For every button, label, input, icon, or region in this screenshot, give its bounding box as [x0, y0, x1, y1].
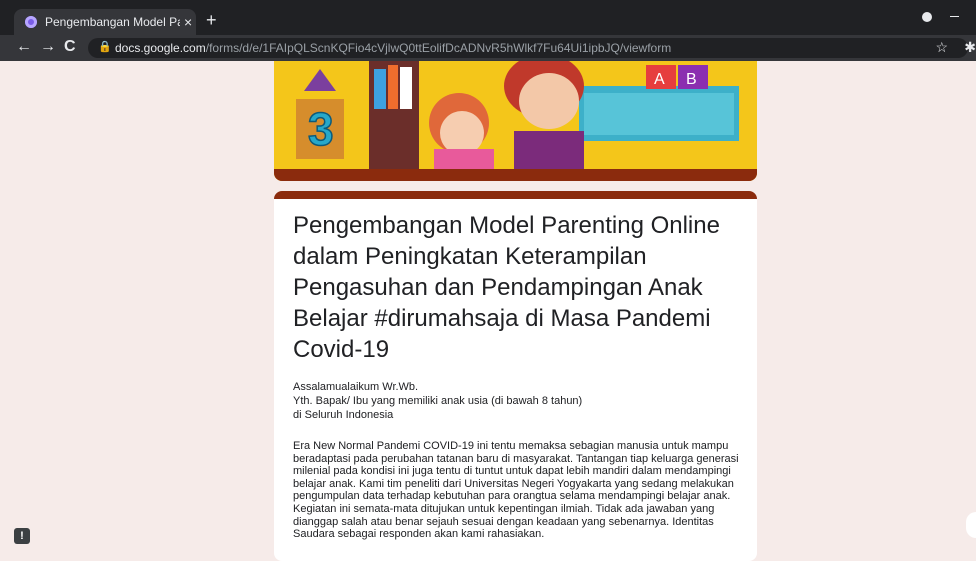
greeting-block: Assalamualaikum Wr.Wb. Yth. Bapak/ Ibu y…	[293, 380, 743, 422]
reload-icon[interactable]: C	[64, 38, 76, 56]
lock-icon: 🔒	[98, 41, 112, 53]
address-bar[interactable]: 🔒 docs.google.com/forms/d/e/1FAIpQLScnKQ…	[88, 38, 976, 58]
form-description: Era New Normal Pandemi COVID-19 ini tent…	[293, 440, 739, 541]
browser-toolbar: ← → C 🔒 docs.google.com/forms/d/e/1FAIpQ…	[0, 35, 976, 61]
url-path: /forms/d/e/1FAIpQLScnKQFio4cVjlwQ0ttEoli…	[205, 41, 672, 55]
block-b-text: B	[686, 71, 697, 88]
help-button[interactable]	[966, 512, 976, 538]
block-a-text: A	[654, 71, 665, 88]
tab-close-icon[interactable]: ×	[184, 14, 192, 30]
extensions-icon[interactable]: ✱	[964, 39, 976, 56]
header-illustration: 3 A B	[274, 61, 757, 181]
browser-tab[interactable]: Pengembangan Model Parenting ×	[14, 9, 196, 35]
forward-icon[interactable]: →	[40, 38, 56, 56]
greeting-line-3: di Seluruh Indonesia	[293, 409, 394, 421]
form-header-image: 3 A B	[274, 61, 757, 181]
browser-tabbar: Pengembangan Model Parenting × +	[0, 0, 976, 35]
form-title-card: Pengembangan Model Parenting Online dala…	[274, 191, 757, 561]
new-tab-button[interactable]: +	[206, 10, 217, 31]
tab-title: Pengembangan Model Parenting	[45, 15, 180, 29]
minimize-icon[interactable]	[950, 16, 959, 17]
profile-icon[interactable]	[922, 12, 932, 22]
bookmark-star-icon[interactable]: ☆	[935, 39, 948, 56]
number-block-text: 3	[308, 103, 334, 155]
card-accent-stripe	[274, 191, 757, 199]
back-icon[interactable]: ←	[16, 38, 32, 56]
greeting-line-1: Assalamualaikum Wr.Wb.	[293, 381, 419, 393]
forms-favicon-icon	[25, 16, 37, 28]
report-problem-icon[interactable]: !	[14, 528, 30, 544]
url-host: docs.google.com	[115, 41, 206, 55]
form-title: Pengembangan Model Parenting Online dala…	[293, 212, 720, 363]
url-text: docs.google.com/forms/d/e/1FAIpQLScnKQFi…	[115, 41, 671, 55]
greeting-line-2: Yth. Bapak/ Ibu yang memiliki anak usia …	[293, 395, 583, 407]
